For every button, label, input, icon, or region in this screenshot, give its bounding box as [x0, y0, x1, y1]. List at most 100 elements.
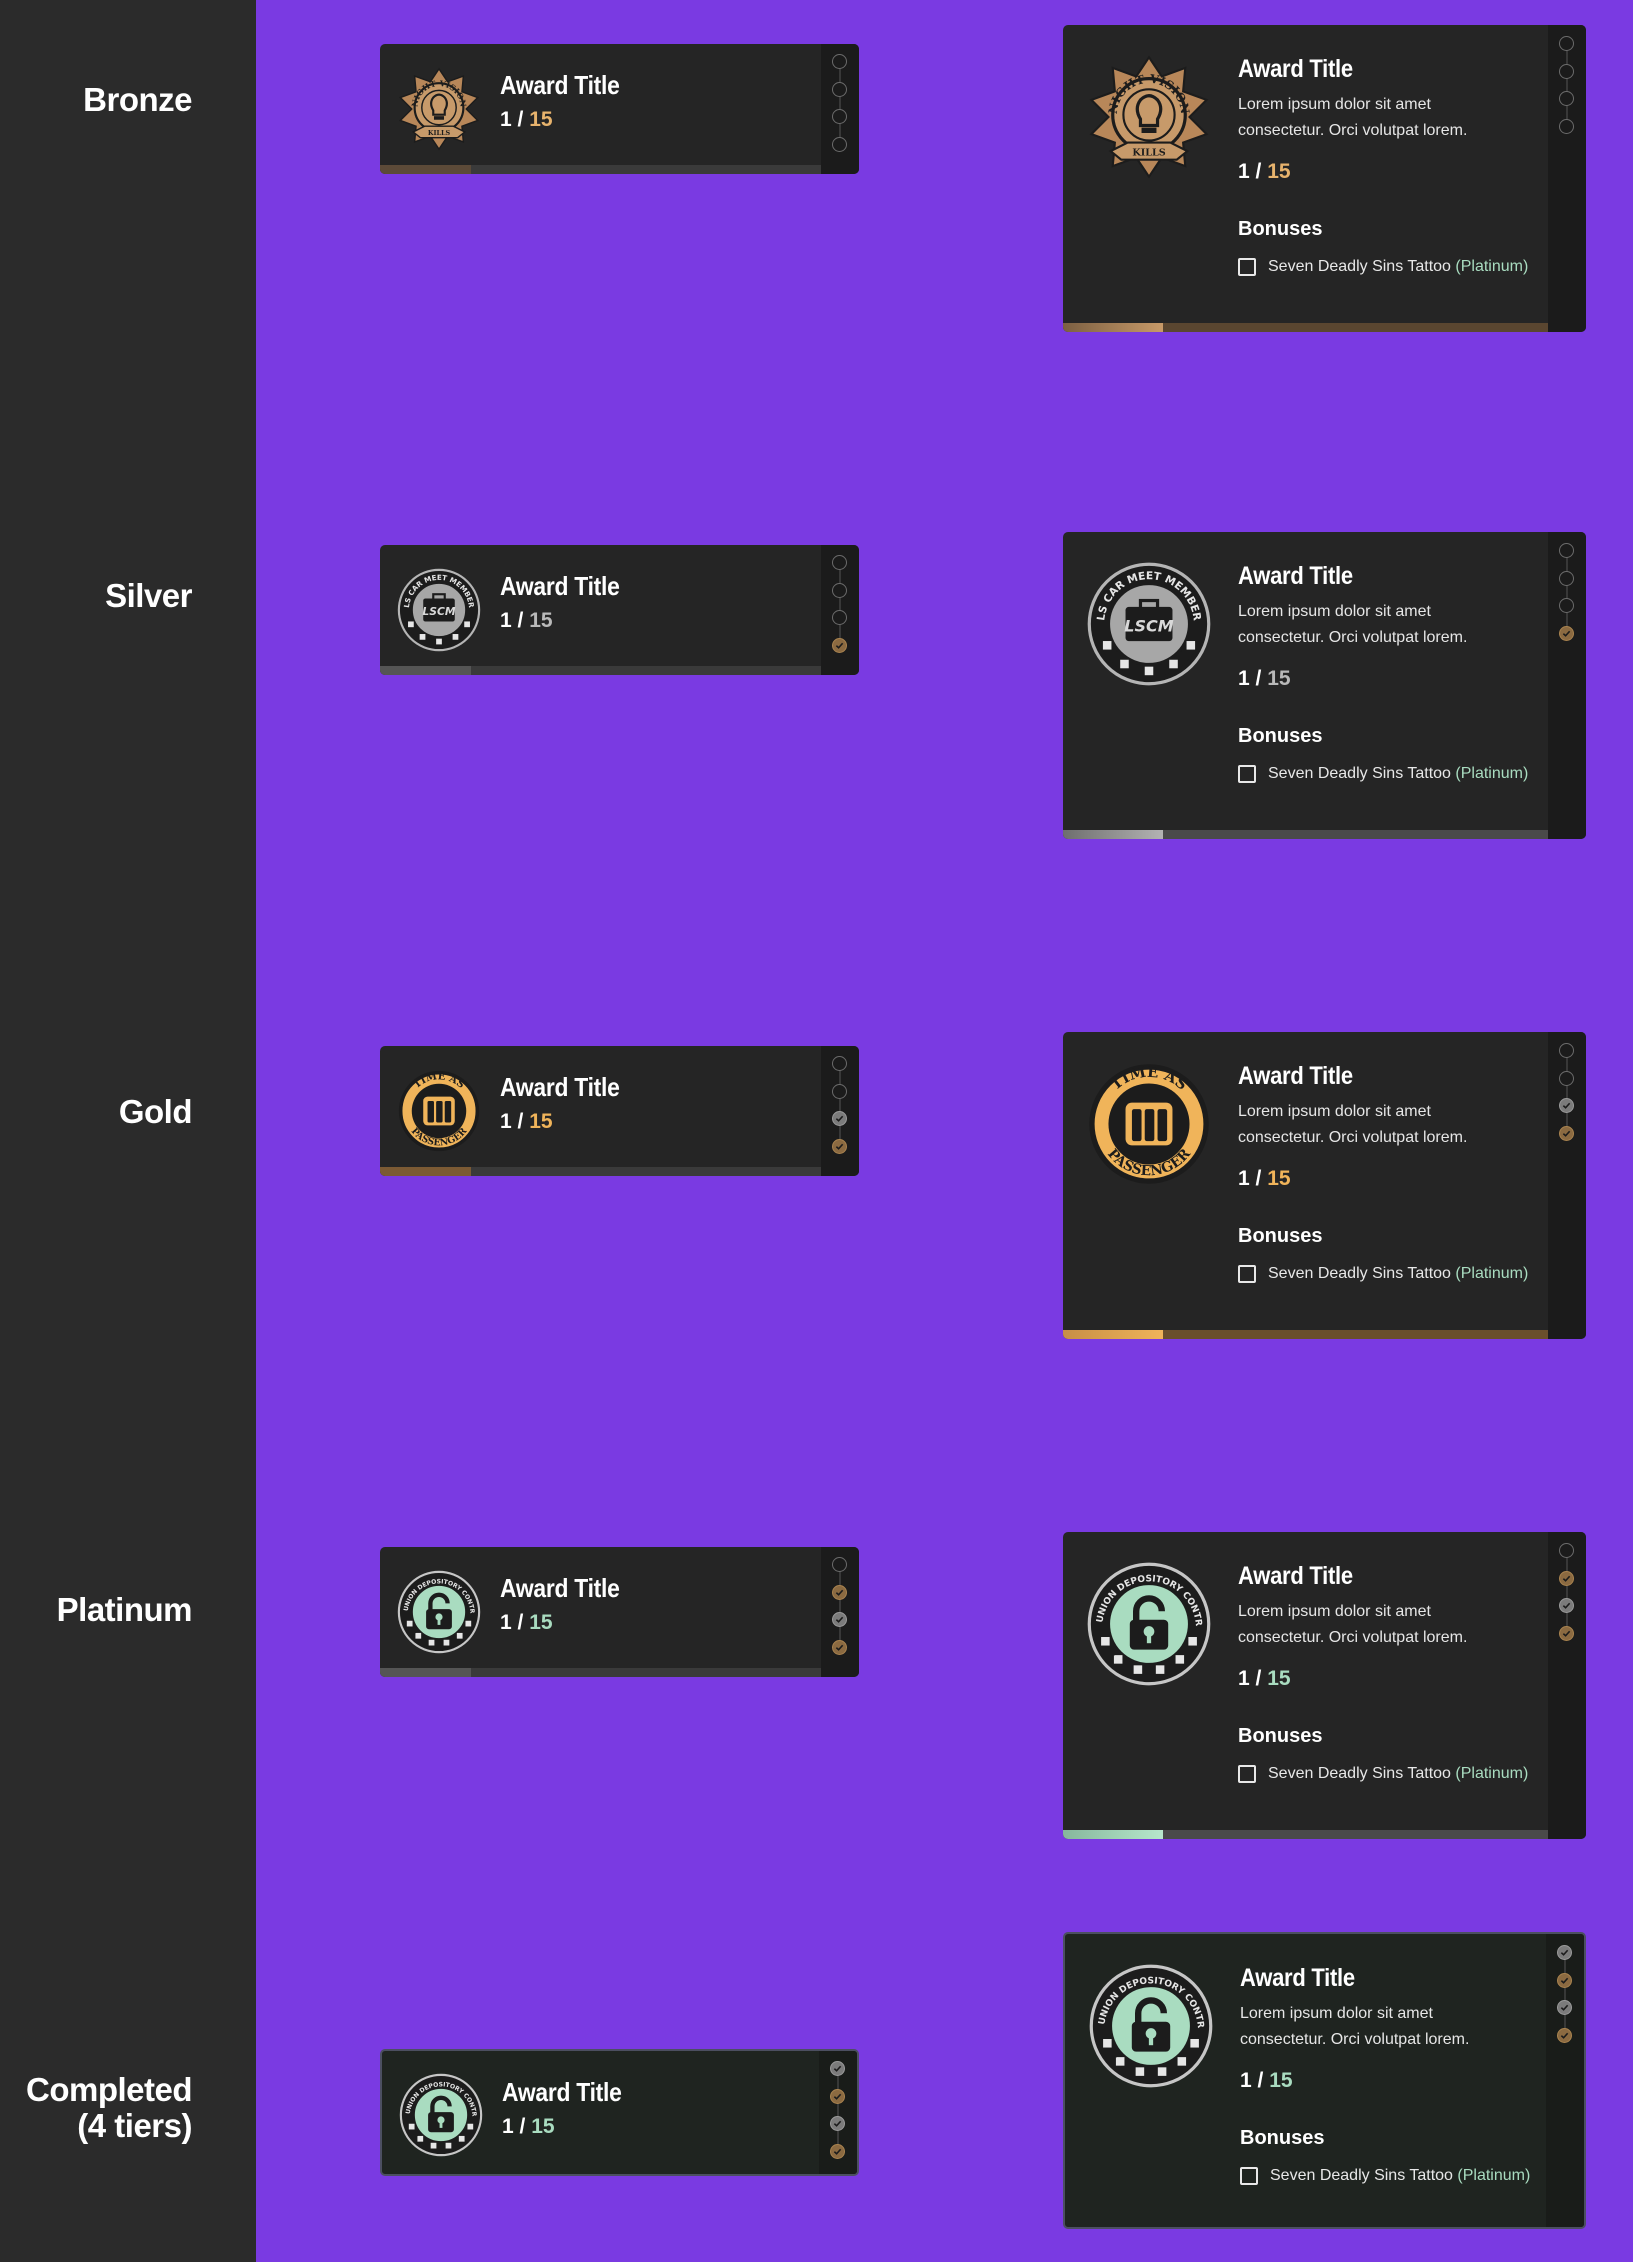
bonus-tier-label: (Platinum): [1455, 258, 1529, 275]
bonus-item[interactable]: Seven Deadly Sins Tattoo (Platinum): [1238, 1765, 1528, 1783]
bonus-item-label: Seven Deadly Sins Tattoo: [1268, 1265, 1451, 1282]
tier-empty-icon: [832, 1056, 847, 1071]
award-progress-bar: [1063, 830, 1548, 839]
silver-award-card-compact[interactable]: LS CAR MEET MEMBER LSCM Award Title 1 / …: [380, 545, 859, 675]
platinum-award-card-compact[interactable]: THE UNION DEPOSITORY CONTRACT Award Titl…: [380, 1547, 859, 1677]
bonus-checkbox[interactable]: [1238, 1765, 1256, 1783]
tier-sidebar: Bronze Silver Gold Platinum Completed (4…: [0, 0, 256, 2262]
completed-award-card-expanded[interactable]: THE UNION DEPOSITORY CONTRACT Award Titl…: [1063, 1932, 1586, 2229]
bonuses-heading: Bonuses: [1240, 2127, 1325, 2149]
tier-empty-icon: [1559, 36, 1574, 51]
award-progress-text: 1 / 15: [1238, 160, 1291, 183]
award-progress-bar: [380, 666, 821, 675]
bonus-checkbox[interactable]: [1240, 2167, 1258, 2185]
silver-award-card-expanded[interactable]: LS CAR MEET MEMBER LSCM Award Title 1 / …: [1063, 532, 1586, 839]
svg-text:KILLS: KILLS: [1132, 147, 1165, 158]
platinum-badge-icon: THE UNION DEPOSITORY CONTRACT: [396, 1569, 482, 1655]
bonus-checkbox[interactable]: [1238, 1265, 1256, 1283]
silver-badge-icon: LS CAR MEET MEMBER LSCM: [396, 567, 482, 653]
tier-label-gold: Gold: [118, 1093, 193, 1130]
award-title: Award Title: [500, 571, 620, 601]
award-progress-text: 1 / 15: [1238, 667, 1291, 690]
bronze-award-card-expanded[interactable]: NIGHT VISION KILLS Award Title 1 / 15 Lor…: [1063, 25, 1586, 332]
award-title: Award Title: [1238, 1062, 1353, 1090]
tier-empty-icon: [1559, 1543, 1574, 1558]
tier-progress-rail: [1548, 25, 1586, 332]
bonus-checkbox[interactable]: [1238, 765, 1256, 783]
bonus-item-label: Seven Deadly Sins Tattoo: [1268, 765, 1451, 782]
award-progress-fill: [1063, 1330, 1164, 1339]
tier-empty-icon: [832, 555, 847, 570]
bronze-award-card-compact[interactable]: NIGHT VISION KILLS Award Title 1 / 15: [380, 44, 859, 174]
tier-check-icon: [1557, 1945, 1572, 1960]
tier-progress-rail: [1548, 532, 1586, 839]
tier-progress-rail: [819, 2051, 857, 2174]
bonuses-heading: Bonuses: [1238, 1725, 1323, 1747]
tier-check-icon: [830, 2143, 845, 2159]
award-title: Award Title: [1238, 1562, 1353, 1590]
bonus-item[interactable]: Seven Deadly Sins Tattoo (Platinum): [1238, 258, 1528, 276]
award-description: Lorem ipsum dolor sit amet consectetur. …: [1238, 96, 1468, 139]
completed-award-card-compact[interactable]: THE UNION DEPOSITORY CONTRACT Award Titl…: [380, 2049, 859, 2176]
bonus-tier-label: (Platinum): [1455, 765, 1529, 782]
award-progress-bar: [1063, 1330, 1548, 1339]
bonus-checkbox[interactable]: [1238, 258, 1256, 276]
award-progress-bar: [1063, 323, 1548, 332]
tier-empty-icon: [832, 582, 847, 598]
tier-progress-rail: [821, 1547, 859, 1677]
tier-check-icon: [832, 637, 847, 653]
tier-empty-icon: [1559, 570, 1574, 586]
award-description: Lorem ipsum dolor sit amet consectetur. …: [1238, 1603, 1468, 1646]
award-description: Lorem ipsum dolor sit amet consectetur. …: [1238, 603, 1468, 646]
award-progress-fill: [1063, 323, 1164, 332]
tier-check-icon: [832, 1584, 847, 1600]
award-description: Lorem ipsum dolor sit amet consectetur. …: [1238, 1103, 1468, 1146]
tier-label-platinum: Platinum: [56, 1591, 193, 1628]
tier-check-icon: [1559, 1098, 1574, 1113]
award-title: Award Title: [502, 2077, 622, 2107]
tier-label-completed: Completed (4 tiers): [25, 2071, 193, 2144]
award-description: Lorem ipsum dolor sit amet consectetur. …: [1240, 2005, 1470, 2048]
svg-text:LSCM: LSCM: [1124, 616, 1173, 635]
bonus-item[interactable]: Seven Deadly Sins Tattoo (Platinum): [1240, 2167, 1530, 2185]
award-progress-fill: [1063, 1830, 1164, 1839]
bonuses-heading: Bonuses: [1238, 725, 1323, 747]
tier-empty-icon: [1559, 1070, 1574, 1086]
award-progress-fill: [380, 1668, 472, 1677]
tier-empty-icon: [832, 81, 847, 97]
tier-progress-rail: [1546, 1934, 1584, 2227]
bonus-tier-label: (Platinum): [1455, 1265, 1529, 1282]
bonus-item-label: Seven Deadly Sins Tattoo: [1268, 1765, 1451, 1782]
tier-progress-rail: [821, 1046, 859, 1176]
tier-check-icon: [830, 2061, 845, 2076]
tier-check-icon: [1559, 1598, 1574, 1613]
tier-check-icon: [1557, 1972, 1572, 1988]
award-progress-text: 1 / 15: [502, 2115, 555, 2138]
svg-text:LSCM: LSCM: [422, 605, 455, 618]
gold-award-card-expanded[interactable]: TIME AS PASSENGER Award Title 1 / 15 Lore…: [1063, 1032, 1586, 1339]
tier-empty-icon: [1559, 118, 1574, 134]
tier-empty-icon: [1559, 543, 1574, 558]
gold-award-card-compact[interactable]: TIME AS PASSENGER Award Title 1 / 15: [380, 1046, 859, 1176]
platinum-award-card-expanded[interactable]: THE UNION DEPOSITORY CONTRACT Award Titl…: [1063, 1532, 1586, 1839]
tier-empty-icon: [832, 109, 847, 124]
bonus-item[interactable]: Seven Deadly Sins Tattoo (Platinum): [1238, 765, 1528, 783]
tier-check-icon: [1559, 1625, 1574, 1641]
award-title: Award Title: [500, 70, 620, 100]
tier-empty-icon: [832, 610, 847, 625]
award-progress-text: 1 / 15: [1240, 2069, 1293, 2092]
tier-progress-rail: [821, 44, 859, 174]
tier-empty-icon: [832, 1557, 847, 1572]
gold-badge-icon: TIME AS PASSENGER: [1085, 1060, 1213, 1188]
bonus-item[interactable]: Seven Deadly Sins Tattoo (Platinum): [1238, 1265, 1528, 1283]
award-progress-bar: [380, 1167, 821, 1176]
award-title: Award Title: [500, 1072, 620, 1102]
svg-text:KILLS: KILLS: [428, 129, 451, 137]
tier-empty-icon: [832, 54, 847, 69]
tier-progress-rail: [1548, 1532, 1586, 1839]
bronze-badge-icon: NIGHT VISION KILLS: [396, 66, 482, 152]
award-progress-bar: [380, 1668, 821, 1677]
tier-check-icon: [1557, 2000, 1572, 2015]
bonuses-heading: Bonuses: [1238, 218, 1323, 240]
tier-empty-icon: [1559, 1043, 1574, 1058]
